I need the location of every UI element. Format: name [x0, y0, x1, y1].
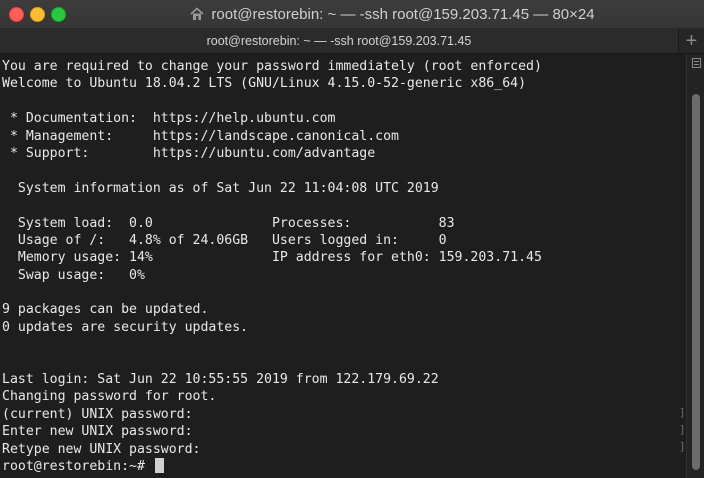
terminal-line: You are required to change your password…: [2, 59, 542, 74]
zoom-button[interactable]: [51, 7, 66, 22]
minimize-button[interactable]: [30, 7, 45, 22]
edge-mark: ]: [679, 423, 686, 436]
terminal-line: Usage of /: 4.8% of 24.06GB Users logged…: [2, 232, 447, 248]
terminal-line: 9 packages can be updated.: [2, 302, 209, 318]
edge-mark: ]: [679, 406, 686, 419]
edge-mark: ]: [679, 440, 686, 453]
terminal-line: System information as of Sat Jun 22 11:0…: [2, 180, 439, 196]
terminal-line: * Support: https://ubuntu.com/advantage: [2, 145, 376, 161]
terminal-line: Last login: Sat Jun 22 10:55:55 2019 fro…: [2, 372, 439, 388]
text-cursor: [154, 457, 164, 473]
title-bar[interactable]: root@restorebin: ~ — -ssh root@159.203.7…: [0, 0, 704, 29]
terminal-window: root@restorebin: ~ — -ssh root@159.203.7…: [0, 0, 704, 478]
terminal-line: Swap usage: 0%: [2, 267, 145, 283]
window-title-wrap: root@restorebin: ~ — -ssh root@159.203.7…: [100, 0, 684, 28]
tab-bar: root@restorebin: ~ — -ssh root@159.203.7…: [0, 29, 704, 54]
house-icon: [190, 7, 204, 20]
terminal-line: Retype new UNIX password:: [2, 441, 201, 457]
terminal-line: * Management: https://landscape.canonica…: [2, 128, 399, 144]
terminal-line: * Documentation: https://help.ubuntu.com: [2, 111, 336, 127]
scrollbar-track[interactable]: [686, 54, 704, 478]
scroll-menu-icon[interactable]: [692, 58, 701, 68]
prompt-line[interactable]: root@restorebin:~#: [2, 457, 542, 475]
terminal-lines: You are required to change your password…: [2, 58, 542, 475]
terminal-line: Changing password for root.: [2, 389, 217, 405]
scrollbar-thumb[interactable]: [692, 94, 700, 470]
terminal-output[interactable]: You are required to change your password…: [0, 54, 686, 478]
terminal-line: Welcome to Ubuntu 18.04.2 LTS (GNU/Linux…: [2, 76, 527, 92]
new-tab-button[interactable]: +: [679, 29, 704, 53]
close-button[interactable]: [9, 7, 24, 22]
terminal-line: System load: 0.0 Processes: 83: [2, 215, 455, 231]
terminal-line: Memory usage: 14% IP address for eth0: 1…: [2, 250, 542, 266]
window-title: root@restorebin: ~ — -ssh root@159.203.7…: [211, 5, 595, 23]
shell-prompt: root@restorebin:~#: [2, 458, 153, 474]
terminal-line: Enter new UNIX password:: [2, 424, 193, 440]
tab-title: root@restorebin: ~ — -ssh root@159.203.7…: [206, 34, 472, 48]
terminal-line: 0 updates are security updates.: [2, 319, 249, 335]
terminal-line: (current) UNIX password:: [2, 406, 193, 422]
tab-ssh-session[interactable]: root@restorebin: ~ — -ssh root@159.203.7…: [0, 29, 679, 53]
